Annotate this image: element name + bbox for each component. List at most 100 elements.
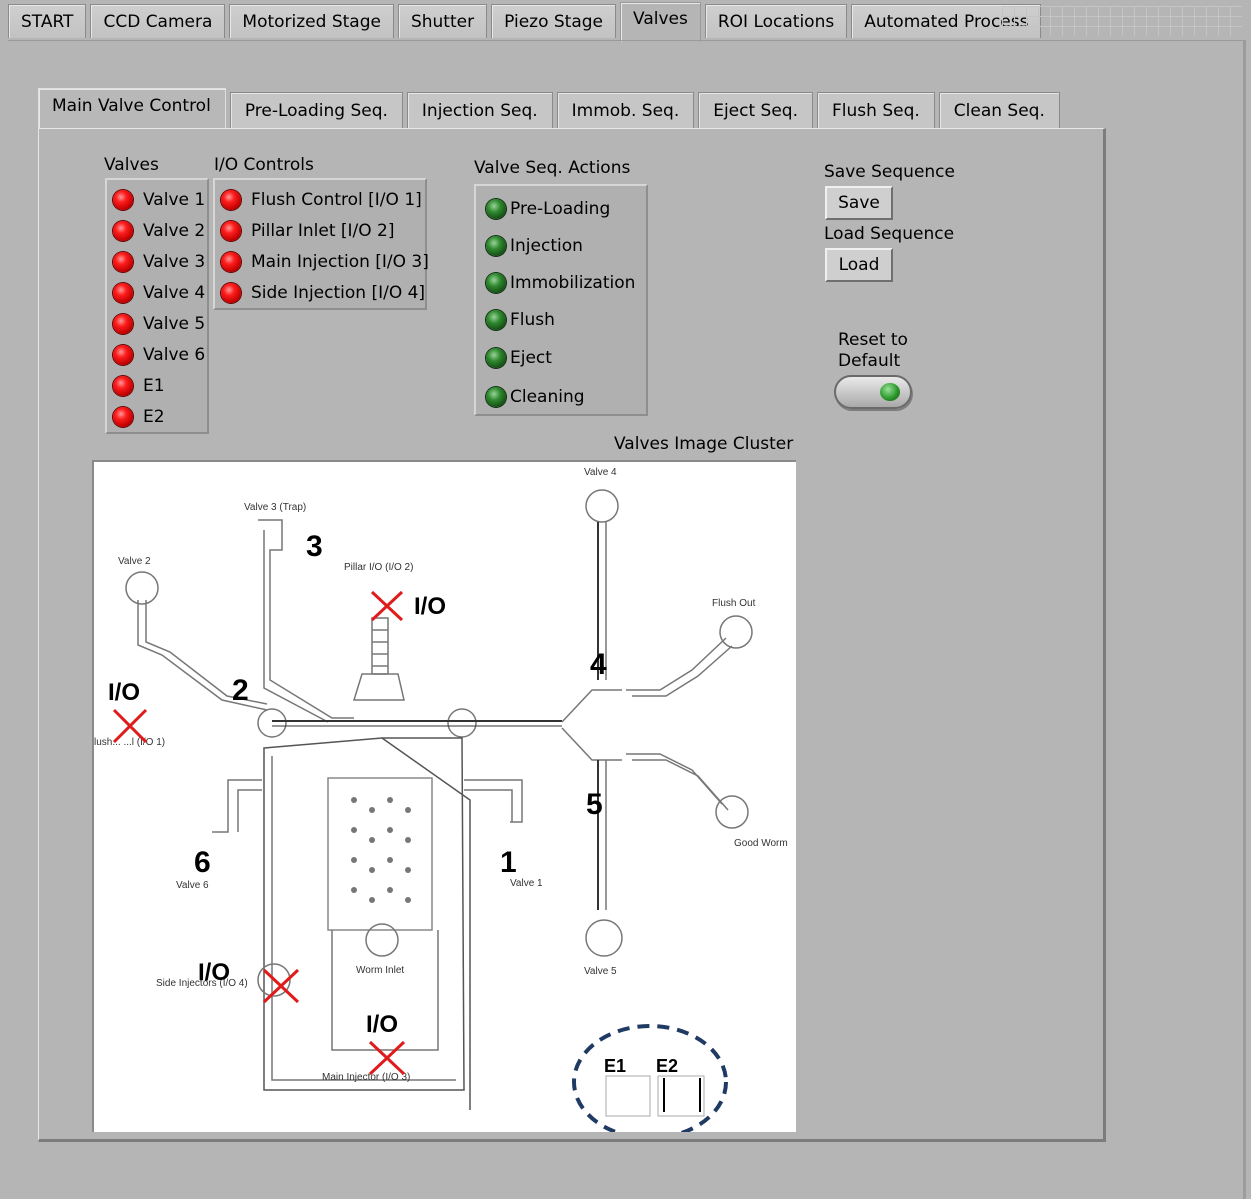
tab-valves[interactable]: Valves [620,2,701,42]
tab-roi-locations[interactable]: ROI Locations [704,4,848,38]
valve-5-control[interactable]: Valve 5 [113,309,205,339]
seq-immobilization-button[interactable]: Immobilization [486,268,635,298]
tab-injection-seq[interactable]: Injection Seq. [406,92,553,128]
x-mark-icon [262,968,300,1004]
label-flush-out: Flush Out [712,598,756,609]
e1-box [605,1075,651,1117]
tab-pre-loading-seq[interactable]: Pre-Loading Seq. [229,92,403,128]
led-icon [221,283,241,303]
sub-tab-bar: Main Valve Control Pre-Loading Seq. Inje… [38,88,1064,132]
io-label-main: I/O [366,1011,398,1038]
seq-eject-button[interactable]: Eject [486,343,552,373]
valve-e1-control[interactable]: E1 [113,371,165,401]
number-3: 3 [306,530,323,563]
io-label-pillar: I/O [414,593,446,620]
save-sequence-title: Save Sequence [824,162,955,182]
x-mark-icon [368,1040,406,1076]
load-button[interactable]: Load [825,248,893,282]
save-button[interactable]: Save [825,186,893,220]
led-icon [113,407,133,427]
seq-injection-button[interactable]: Injection [486,231,583,261]
valve-4-control[interactable]: Valve 4 [113,278,205,308]
number-1: 1 [500,846,517,879]
number-6: 6 [194,846,211,879]
seq-label: Injection [510,236,583,256]
valve-label: E1 [143,376,165,396]
valve-2-port [125,571,159,605]
led-icon [221,190,241,210]
label-flush-control: lush... ...l (I/O 1) [94,737,165,748]
e2-label: E2 [656,1056,678,1076]
valve-label: Valve 4 [143,283,206,303]
valve-label: Valve 5 [143,314,206,334]
label-valve-6: Valve 6 [176,880,209,891]
valve-3-control[interactable]: Valve 3 [113,247,205,277]
seq-label: Eject [510,348,552,368]
io-label: Pillar Inlet [I/O 2] [251,221,395,241]
io-label: Flush Control [I/O 1] [251,190,422,210]
label-valve-4: Valve 4 [584,467,617,478]
io-2-control[interactable]: Pillar Inlet [I/O 2] [221,216,395,246]
tab-start[interactable]: START [8,4,87,38]
led-icon [113,221,133,241]
seq-pre-loading-button[interactable]: Pre-Loading [486,194,610,224]
io-label-flush: I/O [108,679,140,706]
e1-label: E1 [604,1056,626,1076]
valves-image-cluster: Valve 4 Valve 3 (Trap) Valve 2 Pillar I/… [92,460,796,1132]
led-icon [113,252,133,272]
valve-6-control[interactable]: Valve 6 [113,340,205,370]
valve-label: Valve 1 [143,190,206,210]
led-icon [113,376,133,396]
tab-eject-seq[interactable]: Eject Seq. [698,92,814,128]
seq-cleaning-button[interactable]: Cleaning [486,382,585,412]
number-4: 4 [590,648,607,681]
tab-clean-seq[interactable]: Clean Seq. [938,92,1060,128]
valves-title: Valves [104,155,159,175]
tab-main-valve-control[interactable]: Main Valve Control [38,88,226,132]
io-controls-cluster: Flush Control [I/O 1] Pillar Inlet [I/O … [213,178,429,310]
label-good-worm: Good Worm [734,838,788,849]
led-icon [221,221,241,241]
led-icon [486,273,506,293]
tab-immob-seq[interactable]: Immob. Seq. [556,92,695,128]
reset-to-default-button[interactable] [834,375,912,409]
tab-shutter[interactable]: Shutter [397,4,488,38]
reset-label-line2: Default [838,351,901,371]
io-1-control[interactable]: Flush Control [I/O 1] [221,185,422,215]
led-icon [486,348,506,368]
tab-flush-seq[interactable]: Flush Seq. [817,92,935,128]
valve-label: E2 [143,407,165,427]
tab-ccd-camera[interactable]: CCD Camera [90,4,226,38]
label-pillar-io: Pillar I/O (I/O 2) [344,562,413,573]
valve-schematic-diagram: Valve 4 Valve 3 (Trap) Valve 2 Pillar I/… [94,467,788,1132]
led-icon [113,283,133,303]
load-sequence-title: Load Sequence [824,224,955,244]
led-icon [486,236,506,256]
valve-label: Valve 6 [143,345,206,365]
seq-actions-cluster: Pre-Loading Injection Immobilization Flu… [474,184,648,416]
io-4-control[interactable]: Side Injection [I/O 4] [221,278,425,308]
tab-divider [8,40,1246,41]
io-label-side: I/O [198,959,230,986]
tab-motorized-stage[interactable]: Motorized Stage [229,4,394,38]
io-3-control[interactable]: Main Injection [I/O 3] [221,247,429,277]
seq-actions-title: Valve Seq. Actions [474,158,631,178]
label-main-injector: Main Injector (I/O 3) [322,1072,410,1083]
seq-label: Pre-Loading [510,199,611,219]
io-label: Side Injection [I/O 4] [251,283,426,303]
reset-label-line1: Reset to [838,330,908,350]
valve-label: Valve 2 [143,221,206,241]
led-icon [486,310,506,330]
seq-label: Flush [510,310,555,330]
valve-2-control[interactable]: Valve 2 [113,216,205,246]
valve-e2-control[interactable]: E2 [113,402,165,432]
number-2: 2 [232,674,249,707]
label-valve-2: Valve 2 [118,556,151,567]
seq-flush-button[interactable]: Flush [486,305,555,335]
label-valve-1: Valve 1 [510,878,543,889]
label-valve-3: Valve 3 (Trap) [244,502,306,513]
valves-cluster: Valve 1 Valve 2 Valve 3 Valve 4 Valve 5 … [105,178,209,434]
valve-1-control[interactable]: Valve 1 [113,185,205,215]
number-5: 5 [586,788,603,821]
tab-piezo-stage[interactable]: Piezo Stage [491,4,617,38]
